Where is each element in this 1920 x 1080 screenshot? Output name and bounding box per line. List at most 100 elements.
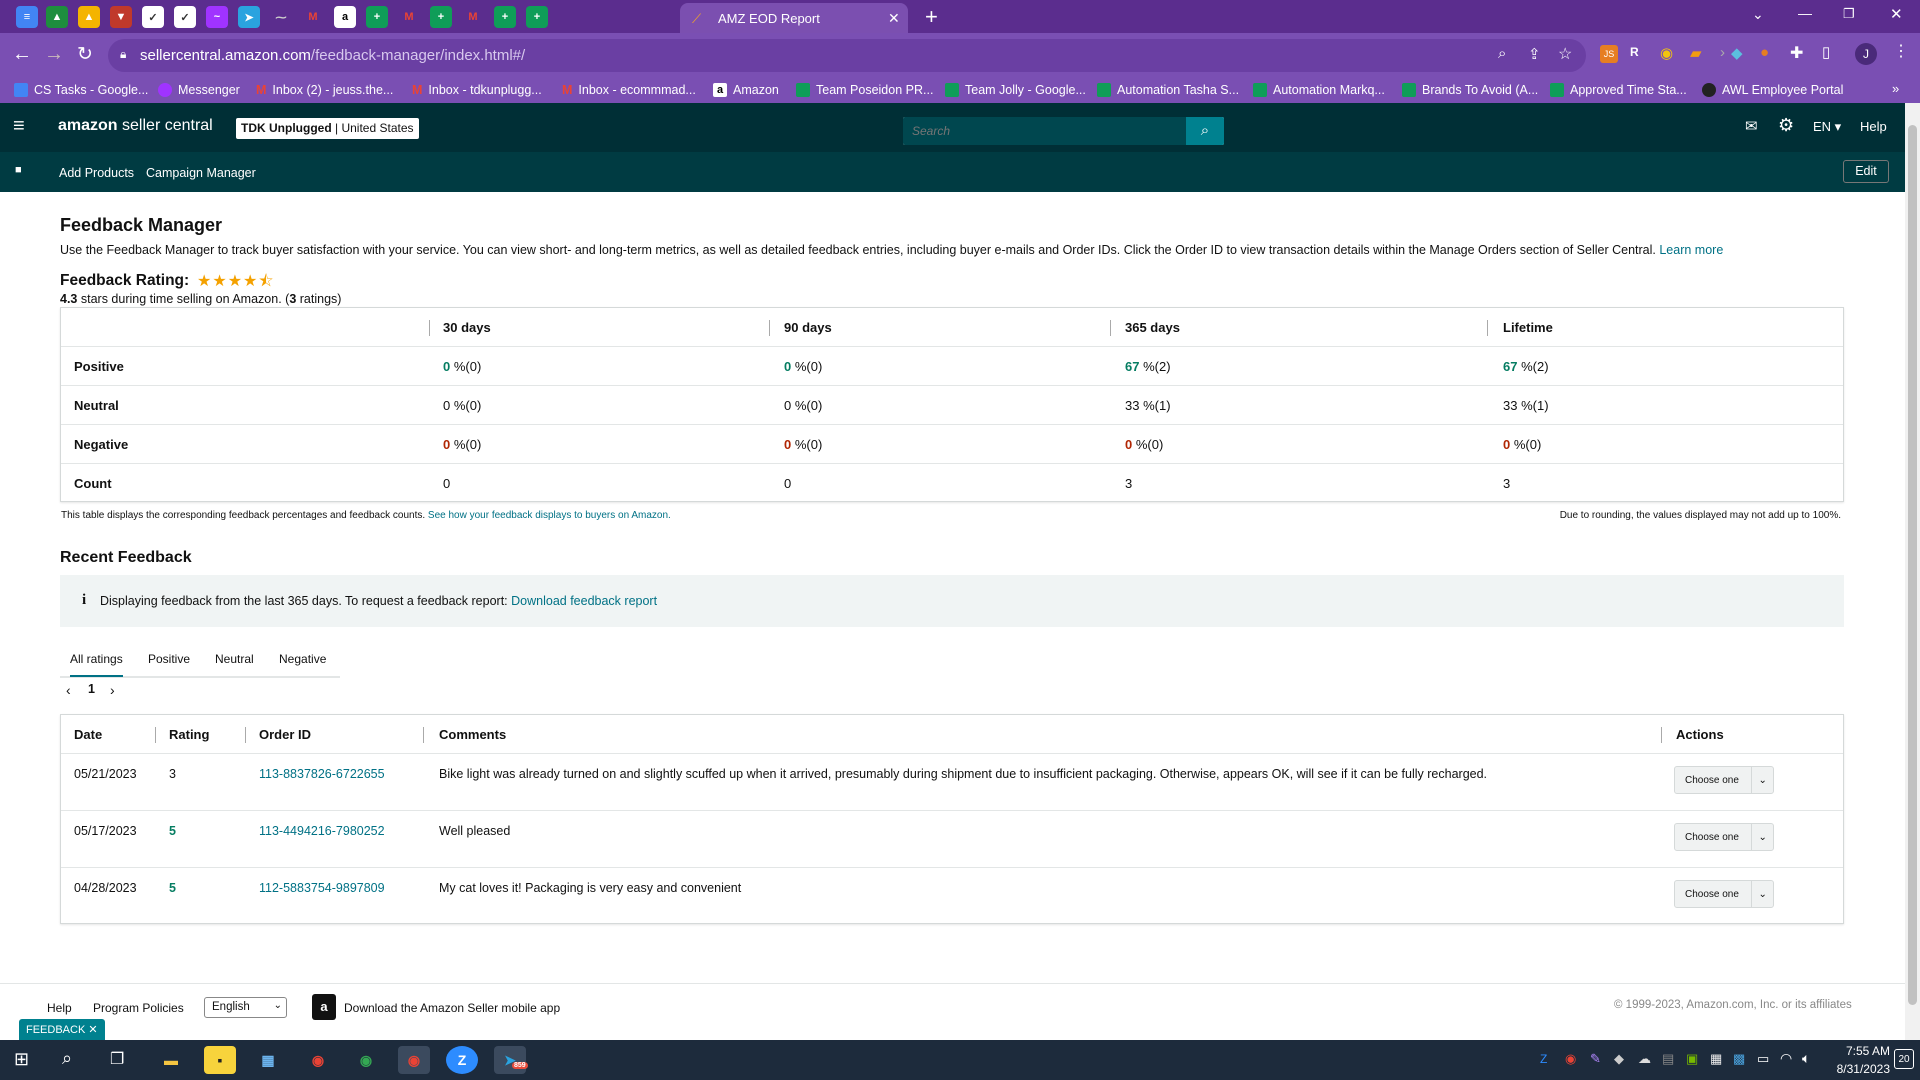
scrollbar-thumb[interactable] [1908, 125, 1917, 1005]
task-view-icon[interactable]: ❐ [110, 1049, 124, 1069]
store-switcher[interactable]: TDK Unplugged | United States [236, 118, 419, 139]
actions-dropdown[interactable]: Choose one ⌄ [1674, 823, 1774, 851]
bookmark-item[interactable]: M Inbox - tdkunplugg... [412, 83, 542, 97]
gmail-tab-icon-2[interactable]: M [398, 6, 420, 28]
sticky-notes-icon[interactable]: ▪ [204, 1046, 236, 1074]
sheets-tab-icon[interactable]: + [366, 6, 388, 28]
seller-central-logo[interactable]: amazon seller central [58, 117, 213, 135]
language-selector[interactable]: EN ▾ [1813, 119, 1841, 135]
cloud-icon[interactable]: ☁ [1638, 1051, 1651, 1067]
nvidia-icon[interactable]: ▣ [1686, 1051, 1698, 1067]
search-taskbar-icon[interactable]: ⌕ [62, 1048, 72, 1069]
extension-icon[interactable]: ◉ [1660, 44, 1673, 62]
battery-icon[interactable]: ▭ [1757, 1051, 1769, 1067]
zoom-app-icon[interactable]: Z [446, 1046, 478, 1074]
prev-page-icon[interactable]: ‹ [66, 682, 71, 698]
close-tab-icon[interactable]: ✕ [888, 10, 900, 27]
mobile-app-link[interactable]: Download the Amazon Seller mobile app [344, 1001, 560, 1015]
nav-add-products[interactable]: Add Products [59, 166, 134, 180]
pen-tray-icon[interactable]: ✎ [1590, 1051, 1601, 1067]
tray-icon-4[interactable]: ▩ [1733, 1051, 1745, 1067]
chevron-down-icon[interactable]: ⌄ [1751, 881, 1773, 907]
side-panel-icon[interactable]: ▯ [1822, 43, 1830, 61]
extension-icon-2[interactable]: ▰ [1690, 44, 1702, 62]
menu-kebab-icon[interactable]: ⋮ [1893, 41, 1909, 61]
back-icon[interactable]: ← [12, 43, 32, 66]
extension-icon-3[interactable]: › [1720, 44, 1725, 61]
chrome-icon[interactable]: ◉ [302, 1046, 334, 1074]
address-bar[interactable]: 🔒︎ sellercentral.amazon.com /feedback-ma… [108, 39, 1586, 72]
chrome-tray-icon[interactable]: ◉ [1565, 1051, 1576, 1067]
buyer-display-link[interactable]: See how your feedback displays to buyers… [428, 510, 671, 521]
app-tab-icon-2[interactable]: ✓ [142, 6, 164, 28]
actions-dropdown[interactable]: Choose one ⌄ [1674, 880, 1774, 908]
bookmark-item[interactable]: AWL Employee Portal [1702, 83, 1843, 97]
tab-all-ratings[interactable]: All ratings [70, 652, 123, 677]
bookmark-star-icon[interactable]: ☆ [1558, 44, 1572, 64]
app-tab-icon-3[interactable]: ✓ [174, 6, 196, 28]
tray-icon-3[interactable]: ▦ [1710, 1051, 1722, 1067]
gmail-tab-icon[interactable]: M [302, 6, 324, 28]
more-bookmarks-icon[interactable]: » [1892, 81, 1899, 96]
chevron-down-icon[interactable]: ⌄ [1751, 824, 1773, 850]
share-icon[interactable]: ⇪ [1528, 45, 1541, 63]
app-tab-icon[interactable]: ▼ [110, 6, 132, 28]
gmail-tab-icon-3[interactable]: M [462, 6, 484, 28]
r-extension-icon[interactable]: R [1630, 45, 1639, 59]
extensions-puzzle-icon[interactable]: ✚ [1790, 43, 1803, 63]
bookmark-item[interactable]: Automation Tasha S... [1097, 83, 1239, 97]
search-icon[interactable]: ⌕ [1186, 117, 1224, 145]
profile-avatar[interactable]: J [1855, 43, 1877, 65]
notification-count[interactable]: 20 [1894, 1049, 1914, 1069]
language-select[interactable]: English ⌄ [204, 997, 287, 1018]
amazon-app-icon[interactable]: a [312, 994, 336, 1020]
learn-more-link[interactable]: Learn more [1659, 243, 1723, 257]
bookmark-item[interactable]: Approved Time Sta... [1550, 83, 1687, 97]
file-explorer-icon[interactable]: ▬ [155, 1046, 187, 1074]
chrome-icon-2[interactable]: ◉ [350, 1046, 382, 1074]
extension-icon-4[interactable]: ◆ [1731, 44, 1743, 62]
nav-campaign-manager[interactable]: Campaign Manager [146, 166, 256, 180]
page-scrollbar[interactable] [1905, 103, 1920, 1040]
bookmark-item[interactable]: Team Poseidon PR... [796, 83, 933, 97]
bookmark-item[interactable]: Brands To Avoid (A... [1402, 83, 1538, 97]
order-id-link[interactable]: 113-8837826-6722655 [259, 767, 385, 781]
bookmark-item[interactable]: a Amazon [713, 83, 779, 97]
chevron-down-icon[interactable]: ⌄ [1751, 767, 1773, 793]
zoom-tray-icon[interactable]: Z [1540, 1052, 1547, 1066]
clock-date[interactable]: 8/31/2023 [1808, 1062, 1890, 1076]
sheets-tab-icon-2[interactable]: + [430, 6, 452, 28]
new-tab-icon[interactable]: + [925, 4, 938, 30]
gear-icon[interactable]: ⚙ [1778, 115, 1794, 136]
search-input[interactable] [903, 117, 1186, 145]
footer-help-link[interactable]: Help [47, 1001, 72, 1015]
wifi-icon[interactable]: ◠ [1780, 1050, 1792, 1067]
windows-start-icon[interactable]: ⊞ [14, 1049, 29, 1070]
app-tab-icon-4[interactable]: ⁓ [270, 6, 292, 28]
drive-tab-icon[interactable]: ▲ [46, 6, 68, 28]
docs-tab-icon[interactable]: ≡ [16, 6, 38, 28]
telegram-tab-icon[interactable]: ➤ [238, 6, 260, 28]
sheets-tab-icon-3[interactable]: + [494, 6, 516, 28]
calculator-icon[interactable]: ▦ [252, 1046, 284, 1074]
page-number[interactable]: 1 [88, 682, 95, 696]
tray-icon-2[interactable]: ▤ [1662, 1051, 1674, 1067]
active-tab[interactable]: ⟋ AMZ EOD Report ✕ [680, 3, 908, 33]
tab-negative[interactable]: Negative [279, 652, 326, 666]
bookmark-item[interactable]: M Inbox (2) - jeuss.the... [256, 83, 393, 97]
zoom-icon[interactable]: ⌕ [1498, 45, 1506, 62]
edit-nav-button[interactable]: Edit [1843, 160, 1889, 183]
clock-time[interactable]: 7:55 AM [1808, 1044, 1890, 1058]
bookmark-icon[interactable]: ■ [15, 164, 22, 176]
extension-icon-5[interactable]: ● [1760, 44, 1769, 61]
reload-icon[interactable]: ↻ [77, 43, 93, 66]
order-id-link[interactable]: 112-5883754-9897809 [259, 881, 385, 895]
next-page-icon[interactable]: › [110, 682, 115, 698]
actions-dropdown[interactable]: Choose one ⌄ [1674, 766, 1774, 794]
minimize-icon[interactable]: — [1798, 5, 1812, 21]
order-id-link[interactable]: 113-4494216-7980252 [259, 824, 385, 838]
sheets-tab-icon-4[interactable]: + [526, 6, 548, 28]
bookmark-item[interactable]: Team Jolly - Google... [945, 83, 1086, 97]
chrome-icon-active[interactable]: ◉ [398, 1046, 430, 1074]
js-extension-icon[interactable]: JS [1600, 45, 1618, 63]
